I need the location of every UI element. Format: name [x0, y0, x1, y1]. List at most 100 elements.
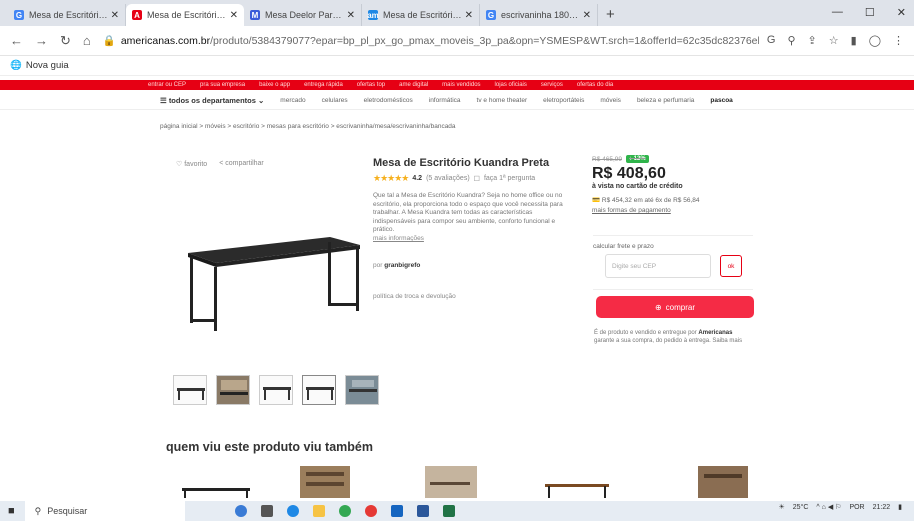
back-icon[interactable]: ← — [10, 33, 23, 48]
category-7[interactable]: móveis — [600, 97, 621, 104]
thumbnail-4[interactable] — [302, 375, 336, 405]
related-product-4[interactable] — [545, 484, 609, 498]
tab-title: Mesa de Escritório Indus — [383, 10, 462, 20]
product-title: Mesa de Escritório Kuandra Preta — [373, 157, 550, 169]
rating-score: 4.2 — [412, 175, 423, 182]
close-tab-icon[interactable]: ✕ — [347, 10, 355, 21]
top-link-4[interactable]: entrega rápida — [304, 82, 343, 88]
browser-tab-3[interactable]: M Mesa Deelor Para Escrit✕ — [244, 4, 362, 26]
thumbnail-2[interactable] — [216, 375, 250, 405]
zoom-icon[interactable]: ⚲ — [787, 34, 795, 47]
price-box: R$ 465,99 ↓ 12% R$ 408,60 à vista no car… — [592, 155, 752, 214]
system-tray: ☀ 25°C ^ ⌂ ◀ ⚐ POR 21:22 ▮ — [778, 503, 903, 512]
maximize-icon[interactable]: ☐ — [865, 6, 875, 19]
browser-tab-4[interactable]: am Mesa de Escritório Indus✕ — [362, 4, 480, 26]
app-icon-1[interactable] — [234, 505, 247, 517]
category-6[interactable]: eletroportáteis — [543, 97, 584, 104]
url-field[interactable]: 🔒 americanas.com.br /produto/5384379077?… — [103, 34, 759, 48]
sidebar-icon[interactable]: ▮ — [851, 34, 857, 47]
more-payment-link[interactable]: mais formas de pagamento — [592, 207, 752, 214]
favorite-button[interactable]: ♡ favorito — [176, 160, 207, 168]
more-info-link[interactable]: mais informações — [373, 235, 424, 242]
category-3[interactable]: eletrodomésticos — [364, 97, 413, 104]
top-link-2[interactable]: pra sua empresa — [200, 82, 245, 88]
file-explorer-icon[interactable] — [312, 505, 325, 517]
category-2[interactable]: celulares — [322, 97, 348, 104]
bookmarks-bar: 🌐 Nova guia — [0, 56, 914, 76]
old-price-row: R$ 465,99 ↓ 12% — [592, 155, 752, 163]
top-link-9[interactable]: serviços — [541, 82, 563, 88]
store-icon[interactable] — [390, 505, 403, 517]
profile-icon[interactable]: ◯ — [869, 34, 881, 47]
browser-tab-1[interactable]: G Mesa de Escritório Indus✕ — [8, 4, 126, 26]
reload-icon[interactable]: ↻ — [60, 33, 71, 49]
rating-stars-icon: ★★★★★ — [373, 173, 409, 183]
close-tab-icon[interactable]: ✕ — [583, 10, 591, 21]
close-window-icon[interactable]: ✕ — [897, 6, 906, 19]
category-4[interactable]: informática — [429, 97, 461, 104]
opera-icon[interactable] — [364, 505, 377, 517]
related-product-3[interactable] — [425, 466, 477, 498]
taskbar-search[interactable]: ⚲ Pesquisar — [24, 501, 185, 521]
taskbar-apps — [234, 505, 455, 517]
minimize-icon[interactable]: — — [832, 6, 843, 19]
browser-tab-2[interactable]: A Mesa de Escritório Kuan✕ — [126, 4, 244, 26]
review-count-link[interactable]: (5 avaliações) — [426, 175, 470, 182]
notification-icon[interactable]: ▮ — [898, 503, 902, 511]
top-link-1[interactable]: entrar ou CEP — [148, 82, 186, 88]
top-link-6[interactable]: ame digital — [399, 82, 428, 88]
menu-icon[interactable]: ⋮ — [893, 34, 904, 47]
edge-icon[interactable] — [286, 505, 299, 517]
breadcrumb[interactable]: página inicial > móveis > escritório > m… — [160, 123, 456, 130]
forward-icon[interactable]: → — [35, 33, 48, 48]
chrome-icon[interactable] — [338, 505, 351, 517]
top-link-3[interactable]: baixe o app — [259, 82, 290, 88]
thumbnail-5[interactable] — [345, 375, 379, 405]
close-tab-icon[interactable]: ✕ — [111, 10, 119, 21]
top-link-10[interactable]: ofertas do dia — [577, 82, 613, 88]
browser-tab-strip: GMesa de Escritório Indus✕AMesa de Escri… — [0, 0, 914, 26]
shipping-label: calcular frete e prazo — [593, 243, 654, 250]
excel-icon[interactable] — [442, 505, 455, 517]
google-icon[interactable]: G — [767, 34, 776, 47]
share-icon[interactable]: ⇪ — [808, 34, 817, 47]
bookmark-nova-guia[interactable]: Nova guia — [26, 60, 69, 71]
category-5[interactable]: tv e home theater — [477, 97, 528, 104]
related-product-2[interactable] — [300, 466, 350, 498]
weather-icon: ☀ — [778, 504, 785, 511]
cep-ok-button[interactable]: ok — [720, 255, 742, 277]
ask-question-link[interactable]: faça 1ª pergunta — [484, 175, 535, 182]
related-product-5[interactable] — [698, 466, 748, 498]
product-main-image[interactable] — [180, 215, 365, 335]
top-link-7[interactable]: mais vendidos — [442, 82, 480, 88]
thumbnail-3[interactable] — [259, 375, 293, 405]
category-1[interactable]: mercado — [280, 97, 305, 104]
tray-icons[interactable]: ^ ⌂ ◀ ⚐ — [816, 503, 841, 511]
bookmark-star-icon[interactable]: ☆ — [829, 34, 839, 47]
home-icon[interactable]: ⌂ — [83, 33, 91, 48]
cep-input[interactable]: Digite seu CEP — [605, 254, 711, 278]
buy-button[interactable]: ⊕ comprar — [596, 296, 754, 318]
task-view-icon[interactable] — [260, 505, 273, 517]
windows-start-icon[interactable]: ■ — [8, 505, 15, 517]
browser-tab-5[interactable]: Gescrivaninha 180 - Pesq✕ — [480, 4, 598, 26]
word-icon[interactable] — [416, 505, 429, 517]
thumbnail-1[interactable] — [173, 375, 207, 405]
related-product-1[interactable] — [182, 488, 250, 498]
close-tab-icon[interactable]: ✕ — [465, 10, 473, 21]
all-departments-menu[interactable]: ☰ todos os departamentos ⌄ — [160, 96, 264, 105]
category-9[interactable]: pascoa — [710, 97, 732, 104]
seller-link[interactable]: granbigrefo — [384, 262, 420, 269]
installments: 💳 R$ 454,32 em até 6x de R$ 56,84 — [592, 197, 700, 204]
category-8[interactable]: beleza e perfumaria — [637, 97, 694, 104]
new-tab-button[interactable]: + — [606, 6, 615, 23]
seller-label: por — [373, 262, 383, 269]
clock[interactable]: 21:22 — [873, 504, 891, 511]
share-button[interactable]: < compartilhar — [219, 160, 264, 168]
top-link-5[interactable]: ofertas top — [357, 82, 385, 88]
return-policy-link[interactable]: política de troca e devolução — [373, 293, 456, 300]
language-indicator[interactable]: POR — [849, 504, 864, 511]
buy-label: comprar — [665, 302, 696, 312]
close-tab-icon[interactable]: ✕ — [230, 10, 238, 21]
top-link-8[interactable]: lojas oficiais — [495, 82, 527, 88]
